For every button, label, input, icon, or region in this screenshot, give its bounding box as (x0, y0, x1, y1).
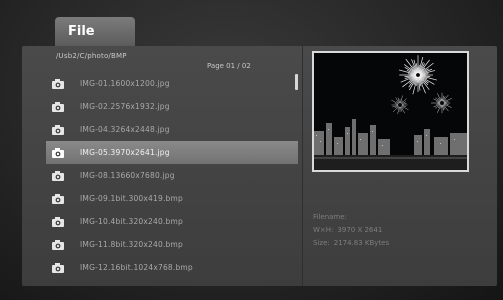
camera-icon (52, 193, 64, 204)
file-name: IMG-11.8bit.320x240.bmp (80, 240, 183, 249)
info-filename: Filename: (313, 211, 389, 224)
file-info: Filename: W×H: 3970 X 2641 Size: 2174.83 K… (313, 211, 389, 250)
fireworks-thumbnail (314, 53, 467, 170)
file-name: IMG-09.1bit.300x419.bmp (80, 194, 183, 203)
camera-icon (52, 147, 64, 158)
camera-icon (52, 239, 64, 250)
camera-icon (52, 78, 64, 89)
page-indicator: Page 01 / 02 (207, 62, 251, 70)
camera-icon (52, 124, 64, 135)
file-list-item[interactable]: IMG-11.8bit.320x240.bmp (46, 233, 298, 256)
tab-file[interactable]: File (55, 17, 135, 46)
file-list-item[interactable]: IMG-02.2576x1932.jpg (46, 95, 298, 118)
image-preview (312, 51, 469, 172)
camera-icon (52, 170, 64, 181)
file-name: IMG-02.2576x1932.jpg (80, 102, 170, 111)
file-list-item[interactable]: IMG-05.3970x2641.jpg (46, 141, 298, 164)
file-list-item[interactable]: IMG-01.1600x1200.jpg (46, 72, 298, 95)
size-value: 2174.83 KBytes (333, 239, 390, 247)
file-list-item[interactable]: IMG-12.16bit.1024x768.bmp (46, 256, 298, 279)
file-list: IMG-01.1600x1200.jpg IMG-02.2576x1932.jp… (46, 72, 298, 279)
file-name: IMG-01.1600x1200.jpg (80, 79, 170, 88)
camera-icon (52, 216, 64, 227)
info-dimensions: W×H: 3970 X 2641 (313, 224, 389, 237)
dimensions-label: W×H: (313, 226, 334, 234)
dimensions-value: 3970 X 2641 (337, 226, 383, 234)
file-list-item[interactable]: IMG-09.1bit.300x419.bmp (46, 187, 298, 210)
file-name: IMG-08.13660x7680.jpg (80, 171, 175, 180)
file-list-item[interactable]: IMG-10.4bit.320x240.bmp (46, 210, 298, 233)
file-name: IMG-05.3970x2641.jpg (80, 148, 170, 157)
camera-icon (52, 101, 64, 112)
panel-divider (302, 46, 303, 286)
tv-screen: File /Usb2/C/photo/BMP Page 01 / 02 IMG-… (0, 0, 503, 300)
file-list-item[interactable]: IMG-04.3264x2448.jpg (46, 118, 298, 141)
list-scrollbar[interactable] (295, 74, 298, 90)
file-name: IMG-10.4bit.320x240.bmp (80, 217, 183, 226)
camera-icon (52, 262, 64, 273)
file-name: IMG-04.3264x2448.jpg (80, 125, 170, 134)
file-name: IMG-12.16bit.1024x768.bmp (80, 263, 193, 272)
filename-label: Filename: (313, 213, 347, 221)
size-label: Size: (313, 239, 330, 247)
info-size: Size: 2174.83 KBytes (313, 237, 389, 250)
file-list-item[interactable]: IMG-08.13660x7680.jpg (46, 164, 298, 187)
current-path: /Usb2/C/photo/BMP (56, 52, 127, 60)
